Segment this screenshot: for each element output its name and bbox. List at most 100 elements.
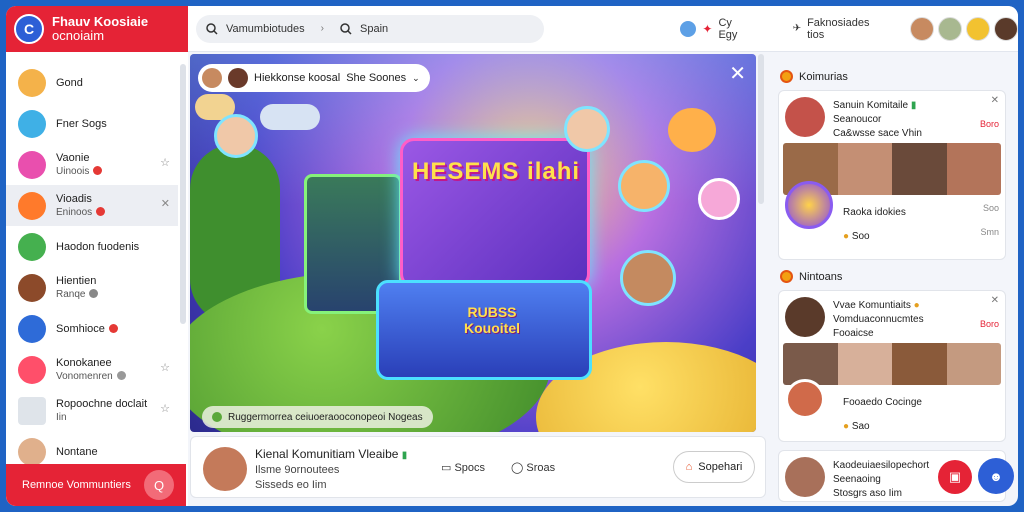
character-bubble bbox=[668, 108, 716, 152]
sidebar-item-label: Vioadis bbox=[56, 192, 92, 205]
avatar[interactable] bbox=[938, 16, 962, 41]
community-card[interactable]: Vvae Komuntiaits ● Vomduaconnucmtes Fooa… bbox=[778, 290, 1006, 442]
sidebar-item[interactable]: Konokanee Vonomenren ☆ bbox=[6, 349, 178, 390]
sidebar-item-sub: Ranqe bbox=[56, 288, 86, 300]
post-title: Kienal Komunitiam Vleaibe bbox=[255, 447, 399, 461]
close-icon[interactable]: ✕ bbox=[161, 197, 170, 210]
reply-label: Sroas bbox=[526, 462, 556, 474]
message-button[interactable]: ▣ bbox=[938, 460, 972, 494]
sidebar-item-label: Ropoochne doclait bbox=[56, 397, 148, 410]
sidebar-item-sub: Iin bbox=[56, 411, 67, 423]
sidebar-list: Gond Fner Sogs Vaonie Uinoois ☆ Vioadis … bbox=[6, 62, 178, 472]
community-meta: Stosgrs aso Iim bbox=[833, 488, 902, 499]
community-name: Kaodeuiaesilopechort bbox=[833, 460, 930, 471]
sidebar-item[interactable]: Haodon fuodenis bbox=[6, 226, 178, 267]
search-bar[interactable]: Vamumbiotudes › Spain bbox=[196, 14, 545, 43]
brand-logo-icon: C bbox=[14, 14, 44, 44]
brand-title-line1: Fhauv Koosiaie bbox=[52, 14, 149, 29]
sidebar-item-sub: Uinoois bbox=[56, 165, 90, 177]
community-card[interactable]: Sanuin Komitaile ▮ Seanoucor Ca&wsse sac… bbox=[778, 90, 1006, 260]
chevron-down-icon: ⌄ bbox=[412, 72, 420, 83]
sidebar-item-label: Gond bbox=[56, 76, 83, 89]
comment-label: Spocs bbox=[454, 462, 486, 474]
star-icon[interactable]: ☆ bbox=[160, 402, 170, 415]
close-icon[interactable]: ✕ bbox=[991, 295, 999, 306]
community-meta: Fooaicse bbox=[833, 328, 874, 339]
sidebar-scrollbar[interactable] bbox=[180, 64, 186, 324]
search-input[interactable]: Vamumbiotudes bbox=[226, 23, 305, 35]
comment-button[interactable]: ▭ Spocs bbox=[441, 461, 485, 474]
avatar[interactable] bbox=[910, 16, 934, 41]
top-right-group[interactable]: ✈ Faknosiades tios bbox=[793, 17, 888, 41]
avatar bbox=[785, 379, 825, 419]
brand-title-line2: ocnoiaim bbox=[52, 28, 105, 43]
sidebar-item[interactable]: Ropoochne doclait Iin ☆ bbox=[6, 390, 178, 431]
section-header: Koimurias bbox=[780, 70, 848, 83]
reply-button[interactable]: ◯ Sroas bbox=[511, 461, 555, 474]
avatar bbox=[785, 297, 825, 337]
avatar bbox=[785, 457, 825, 497]
top-right-label[interactable]: Faknosiades tios bbox=[807, 17, 888, 41]
section-title: Koimurias bbox=[799, 70, 848, 83]
avatar bbox=[18, 437, 46, 466]
community-name: Fooaedo Cocinge bbox=[843, 397, 922, 408]
featured-banner[interactable]: HESEMS ilahi RUBSS Kouoitel Hiekkonse ko… bbox=[190, 54, 756, 432]
join-button[interactable]: Boro bbox=[980, 119, 999, 129]
search-icon[interactable]: Q bbox=[144, 470, 174, 500]
community-sub: Sao bbox=[851, 421, 870, 432]
share-label: Sopehari bbox=[698, 461, 743, 473]
community-sub: Seenaoing bbox=[833, 474, 881, 485]
join-button[interactable]: Soo bbox=[983, 203, 999, 213]
avatar[interactable] bbox=[203, 447, 247, 491]
avatar bbox=[785, 97, 825, 137]
banner-caption-text: Ruggermorrea ceiuoeraooconopeoi Nogeas bbox=[228, 411, 423, 423]
join-button[interactable]: Boro bbox=[980, 319, 999, 329]
sidebar-item[interactable]: Gond bbox=[6, 62, 178, 103]
character-bubble bbox=[620, 250, 676, 306]
star-icon[interactable]: ☆ bbox=[160, 361, 170, 374]
fire-icon bbox=[780, 270, 793, 283]
platform-label: RUBSS Kouoitel bbox=[464, 304, 520, 336]
right-panel: Koimurias Sanuin Komitaile ▮ Seanoucor C… bbox=[768, 52, 1018, 506]
sidebar-item[interactable]: Somhioce bbox=[6, 308, 178, 349]
avatar bbox=[785, 181, 833, 229]
sidebar-item[interactable]: Vaonie Uinoois ☆ bbox=[6, 144, 178, 185]
share-button[interactable]: ⌂ Sopehari bbox=[673, 451, 755, 483]
top-center-label[interactable]: Cy Egy bbox=[718, 17, 752, 41]
search-icon-secondary bbox=[340, 22, 352, 35]
post-actions: ▭ Spocs ◯ Sroas bbox=[441, 461, 555, 474]
sidebar-item[interactable]: Hientien Ranqe bbox=[6, 267, 178, 308]
sidebar-item-label: Nontane bbox=[56, 445, 98, 458]
avatar[interactable] bbox=[966, 16, 990, 41]
brand-title: Fhauv Koosiaie ocnoiaim bbox=[52, 15, 148, 43]
avatar[interactable] bbox=[994, 16, 1018, 41]
avatar bbox=[18, 232, 46, 261]
comment-icon: ▭ bbox=[441, 462, 452, 474]
star-icon[interactable]: ☆ bbox=[160, 156, 170, 169]
sidebar: Gond Fner Sogs Vaonie Uinoois ☆ Vioadis … bbox=[6, 52, 188, 506]
close-icon[interactable]: ✕ bbox=[991, 95, 999, 106]
avatar bbox=[202, 68, 222, 88]
notification-dot-icon bbox=[108, 324, 118, 334]
top-center-group[interactable]: ✦ Cy Egy bbox=[680, 17, 752, 41]
chat-button[interactable]: ☻ bbox=[978, 458, 1014, 494]
close-icon[interactable]: ✕ bbox=[729, 64, 746, 84]
notification-dot-icon bbox=[93, 166, 103, 176]
chat-icon: ◯ bbox=[511, 462, 524, 474]
community-name: Raoka idokies bbox=[843, 207, 906, 218]
search-location[interactable]: Spain bbox=[360, 23, 388, 35]
top-bar: Vamumbiotudes › Spain ✦ Cy Egy ✈ Faknosi… bbox=[188, 6, 1018, 52]
banner-host-chip[interactable]: Hiekkonse koosal She Soones ⌄ bbox=[198, 64, 430, 92]
brand-header[interactable]: C Fhauv Koosiaie ocnoiaim bbox=[6, 6, 188, 52]
post-info: Kienal Komunitiam Vleaibe ▮ Ilsme 9ornou… bbox=[255, 447, 407, 493]
section-title: Nintoans bbox=[799, 270, 843, 283]
main-scrollbar[interactable] bbox=[758, 54, 764, 204]
search-communities-bar[interactable]: Remnoe Vommuntiers Q bbox=[6, 464, 186, 506]
sidebar-item-active[interactable]: Vioadis Eninoos ✕ bbox=[6, 185, 178, 226]
fire-icon bbox=[780, 70, 793, 83]
sidebar-item-label: Somhioce bbox=[56, 322, 105, 335]
join-button[interactable]: Smn bbox=[980, 227, 999, 237]
home-icon: ⌂ bbox=[685, 461, 693, 473]
sidebar-item-label: Fner Sogs bbox=[56, 117, 107, 130]
sidebar-item[interactable]: Fner Sogs bbox=[6, 103, 178, 144]
